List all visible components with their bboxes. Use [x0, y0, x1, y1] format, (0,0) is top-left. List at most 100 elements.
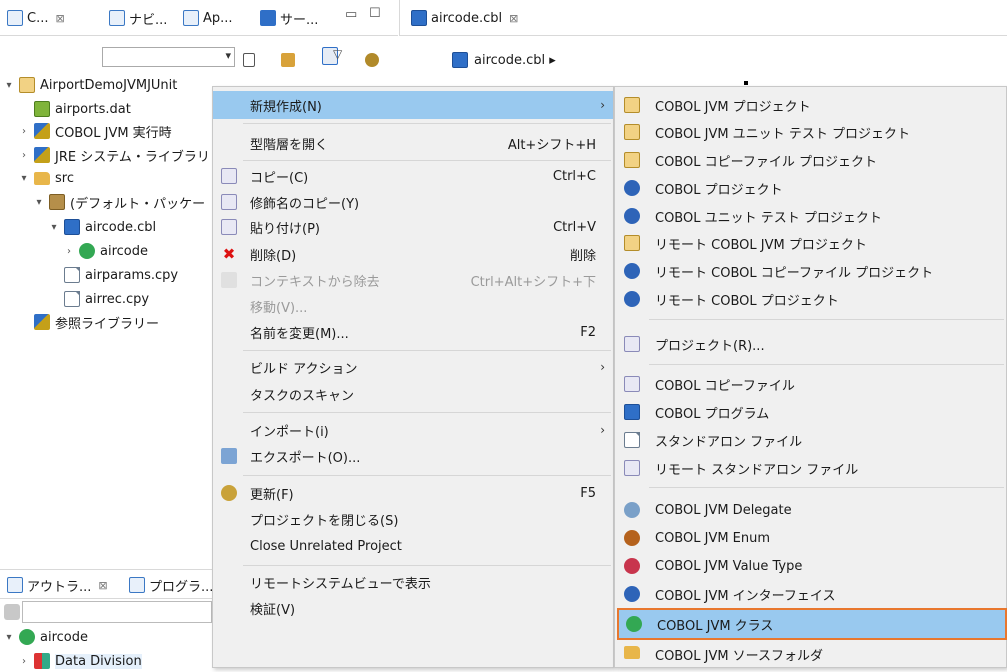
submenu-item-jvm-delegate[interactable]: COBOL JVM Delegate [615, 496, 1006, 524]
tab-navigator[interactable]: ナビ... [104, 3, 172, 33]
outline-filter-input[interactable] [22, 601, 212, 623]
enum-icon [624, 530, 640, 546]
submenu-item-remote-copyfile-project[interactable]: リモート COBOL コピーファイル プロジェクト [615, 257, 1006, 285]
menu-label: COBOL JVM Enum [655, 530, 771, 546]
chevron-right-icon[interactable]: › [19, 126, 29, 137]
tree-item-data-division[interactable]: › Data Division [19, 650, 142, 672]
tab-label: ナビ... [129, 12, 168, 28]
menu-item-show-in-remote-systems[interactable]: リモートシステムビューで表示 [213, 568, 613, 596]
submenu-item-jvm-enum[interactable]: COBOL JVM Enum [615, 524, 1006, 552]
copy-icon [221, 168, 237, 184]
tree-item[interactable]: › COBOL JVM 実行時 [19, 120, 172, 142]
close-icon[interactable]: ⊠ [509, 12, 518, 25]
menu-label: COBOL コピーファイル プロジェクト [655, 154, 877, 170]
remove-from-context-icon [221, 272, 237, 288]
menu-item-delete[interactable]: ✖ 削除(D) 削除 [213, 240, 613, 268]
chevron-right-icon[interactable]: › [64, 246, 74, 257]
context-menu: 新規作成(N) › 型階層を開く Alt+シフト+H コピー(C) Ctrl+C… [212, 86, 614, 668]
menu-item-close-project[interactable]: プロジェクトを閉じる(S) [213, 505, 613, 533]
collapse-all-icon[interactable] [243, 53, 255, 67]
submenu-item-standalone-file[interactable]: スタンドアロン ファイル [615, 426, 1006, 454]
submenu-item-cobol-program[interactable]: COBOL プログラム [615, 398, 1006, 426]
submenu-item-copyfile-project[interactable]: COBOL コピーファイル プロジェクト [615, 146, 1006, 174]
tree-item[interactable]: ▾ aircode.cbl [49, 216, 156, 238]
menu-item-new[interactable]: 新規作成(N) › [213, 91, 613, 119]
filter-combo[interactable]: ▾ [102, 47, 235, 67]
tree-item[interactable]: ▾ src [19, 167, 74, 189]
menu-item-close-unrelated-project[interactable]: Close Unrelated Project [213, 532, 613, 560]
submenu-item-remote-standalone-file[interactable]: リモート スタンドアロン ファイル [615, 454, 1006, 482]
menu-label: COBOL JVM Delegate [655, 502, 792, 518]
close-icon[interactable]: ⊠ [98, 579, 107, 592]
project-icon [19, 77, 35, 93]
tab-aircode[interactable]: aircode.cbl ⊠ [406, 3, 523, 33]
link-with-editor-icon[interactable] [281, 53, 296, 67]
chevron-down-icon[interactable]: ▾ [4, 80, 14, 91]
tab-application[interactable]: Ap... [178, 3, 238, 33]
submenu-item-project[interactable]: プロジェクト(R)... [615, 330, 1006, 358]
tree-item[interactable]: › JRE システム・ライブラリ [19, 144, 210, 166]
menu-item-scan-tasks[interactable]: タスクのスキャン [213, 380, 613, 408]
tree-item[interactable]: airports.dat [34, 98, 131, 120]
tree-item-aircode[interactable]: ▾ aircode [4, 626, 88, 648]
menu-item-copy-qualified-name[interactable]: 修飾名のコピー(Y) [213, 188, 613, 216]
minimize-icon[interactable]: ▭ [345, 7, 357, 22]
submenu-item-jvm-value-type[interactable]: COBOL JVM Value Type [615, 552, 1006, 580]
menu-item-move[interactable]: 移動(V)... [213, 292, 613, 320]
chevron-down-icon[interactable]: ▾ [225, 49, 231, 62]
copyfile-project-icon [624, 152, 640, 168]
chevron-down-icon[interactable]: ▾ [49, 222, 59, 233]
submenu-item-remote-cobol-project[interactable]: リモート COBOL プロジェクト [615, 285, 1006, 313]
navigator-icon [109, 10, 125, 26]
outline-toolbar-icon[interactable] [4, 604, 20, 620]
tab-program[interactable]: プログラ... [124, 570, 218, 600]
submenu-item-jvm-class[interactable]: COBOL JVM クラス [617, 608, 1007, 640]
menu-item-rename[interactable]: 名前を変更(M)... F2 [213, 318, 613, 346]
copy-qualified-name-icon [221, 194, 237, 210]
cobol-file-icon [411, 10, 427, 26]
menu-shortcut: F5 [580, 485, 596, 501]
submenu-item-cobol-project[interactable]: COBOL プロジェクト [615, 174, 1006, 202]
menu-item-import[interactable]: インポート(i) › [213, 416, 613, 444]
menu-item-paste[interactable]: 貼り付け(P) Ctrl+V [213, 213, 613, 241]
menu-item-build-action[interactable]: ビルド アクション › [213, 353, 613, 381]
close-icon[interactable]: ⊠ [55, 12, 64, 25]
submenu-item-jvm-interface[interactable]: COBOL JVM インターフェイス [615, 580, 1006, 608]
maximize-icon[interactable]: ☐ [369, 6, 381, 21]
submenu-item-jvm-source-folder[interactable]: COBOL JVM ソースフォルダ [615, 640, 1006, 668]
menu-item-open-type-hierarchy[interactable]: 型階層を開く Alt+シフト+H [213, 129, 613, 157]
chevron-down-icon[interactable]: ▾ [4, 632, 14, 643]
view-menu-icon[interactable]: ▽ [333, 47, 342, 61]
submenu-item-cobol-jvm-unit-test-project[interactable]: COBOL JVM ユニット テスト プロジェクト [615, 118, 1006, 146]
chevron-right-icon[interactable]: › [19, 150, 29, 161]
menu-item-export[interactable]: エクスポート(O)... [213, 442, 613, 470]
breadcrumb[interactable]: aircode.cbl ▸ [452, 52, 556, 68]
menu-label: 貼り付け(P) [250, 221, 320, 237]
submenu-item-copyfile[interactable]: COBOL コピーファイル [615, 370, 1006, 398]
tab-server[interactable]: サー... [255, 3, 323, 33]
menu-label: COBOL JVM クラス [657, 618, 774, 634]
menu-label: コンテキストから除去 [250, 274, 380, 290]
tree-item[interactable]: 参照ライブラリー [34, 311, 159, 333]
menu-label: 検証(V) [250, 602, 296, 618]
chevron-right-icon[interactable]: › [19, 656, 29, 667]
tree-item[interactable]: ▾ (デフォルト・パッケー [34, 191, 205, 213]
tree-item[interactable]: airrec.cpy [64, 288, 149, 310]
menu-item-remove-from-context[interactable]: コンテキストから除去 Ctrl+Alt+シフト+下 [213, 266, 613, 294]
submenu-item-remote-cobol-jvm-project[interactable]: リモート COBOL JVM プロジェクト [615, 229, 1006, 257]
chevron-down-icon[interactable]: ▾ [19, 173, 29, 184]
menu-shortcut: F2 [580, 324, 596, 340]
filter-icon[interactable] [365, 53, 380, 67]
tree-item-project[interactable]: ▾ AirportDemoJVMJUnit [4, 74, 177, 96]
menu-item-refresh[interactable]: 更新(F) F5 [213, 479, 613, 507]
tab-cobol-explorer[interactable]: C... ⊠ [2, 3, 70, 33]
tree-item[interactable]: airparams.cpy [64, 264, 178, 286]
separator [243, 160, 611, 161]
submenu-item-cobol-jvm-project[interactable]: COBOL JVM プロジェクト [615, 91, 1006, 119]
menu-item-copy[interactable]: コピー(C) Ctrl+C [213, 162, 613, 190]
menu-item-validate[interactable]: 検証(V) [213, 594, 613, 622]
submenu-item-cobol-unit-test-project[interactable]: COBOL ユニット テスト プロジェクト [615, 202, 1006, 230]
tree-item[interactable]: › aircode [64, 240, 148, 262]
tab-outline[interactable]: アウトラ... ⊠ [2, 570, 113, 600]
chevron-down-icon[interactable]: ▾ [34, 197, 44, 208]
